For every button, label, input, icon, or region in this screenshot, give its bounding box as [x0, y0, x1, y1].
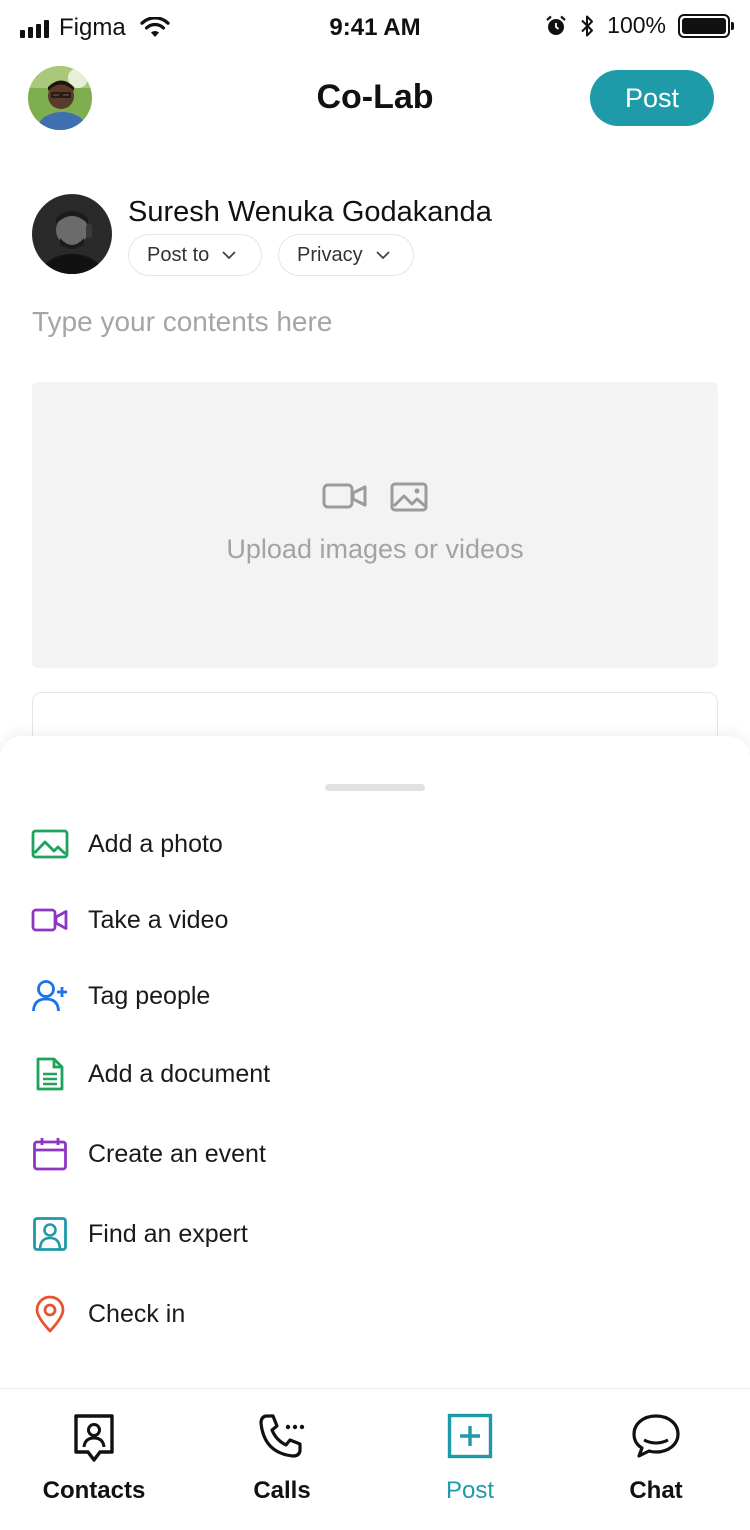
content-input[interactable] — [32, 300, 722, 344]
add-post-icon — [376, 1413, 564, 1459]
tab-contacts[interactable]: Contacts — [0, 1389, 188, 1530]
media-upload-area[interactable]: Upload images or videos — [32, 382, 718, 668]
contacts-icon — [0, 1413, 188, 1465]
status-bar: Figma 9:41 AM 100% — [0, 0, 750, 58]
chevron-down-icon — [375, 251, 390, 260]
video-camera-icon — [322, 483, 367, 509]
profile-avatar[interactable] — [28, 66, 92, 130]
bottom-tab-bar: Contacts Calls Post Chat — [0, 1388, 750, 1530]
action-check-in[interactable]: Check in — [0, 1284, 750, 1344]
expert-icon — [30, 1214, 70, 1254]
author-avatar — [32, 194, 112, 274]
upload-icons — [32, 482, 718, 512]
privacy-dropdown[interactable]: Privacy — [278, 234, 414, 276]
document-icon — [30, 1054, 70, 1094]
author-row: Suresh Wenuka Godakanda Post to Privacy — [32, 194, 722, 278]
action-label: Tag people — [88, 981, 211, 1010]
tab-label: Chat — [629, 1477, 683, 1504]
upload-label: Upload images or videos — [226, 534, 524, 564]
action-label: Add a document — [88, 1059, 271, 1088]
tab-label: Contacts — [42, 1477, 146, 1504]
image-icon — [30, 824, 70, 864]
chevron-down-icon — [222, 251, 236, 260]
action-find-expert[interactable]: Find an expert — [0, 1204, 750, 1264]
action-label: Take a video — [88, 905, 229, 934]
alarm-icon — [546, 15, 566, 35]
action-add-photo[interactable]: Add a photo — [0, 814, 750, 874]
post-to-label: Post to — [147, 243, 210, 266]
location-pin-icon — [30, 1294, 70, 1334]
tab-calls[interactable]: Calls — [188, 1389, 376, 1530]
post-to-dropdown[interactable]: Post to — [128, 234, 262, 276]
battery-percent: 100% — [607, 12, 666, 38]
action-label: Create an event — [88, 1139, 266, 1168]
app-header: Co-Lab Post — [0, 62, 750, 138]
author-name: Suresh Wenuka Godakanda — [128, 196, 492, 228]
action-label: Find an expert — [88, 1219, 248, 1248]
calendar-icon — [30, 1134, 70, 1174]
status-right: 100% — [545, 12, 734, 39]
action-label: Check in — [88, 1299, 186, 1328]
phone-icon — [188, 1413, 376, 1459]
action-label: Add a photo — [88, 829, 223, 858]
privacy-label: Privacy — [297, 243, 363, 266]
user-plus-icon — [30, 976, 70, 1016]
post-button[interactable]: Post — [590, 70, 714, 126]
bluetooth-icon — [581, 15, 594, 36]
sheet-grabber[interactable] — [325, 784, 425, 791]
tab-label: Post — [445, 1477, 495, 1504]
action-create-event[interactable]: Create an event — [0, 1124, 750, 1184]
image-icon — [390, 482, 428, 512]
tab-post[interactable]: Post — [376, 1389, 564, 1530]
tab-chat[interactable]: Chat — [562, 1389, 750, 1530]
tab-label: Calls — [253, 1477, 311, 1504]
video-icon — [30, 900, 70, 940]
battery-icon — [678, 13, 734, 38]
action-tag-people[interactable]: Tag people — [0, 966, 750, 1026]
chat-icon — [562, 1413, 750, 1459]
action-add-document[interactable]: Add a document — [0, 1044, 750, 1104]
action-take-video[interactable]: Take a video — [0, 890, 750, 950]
